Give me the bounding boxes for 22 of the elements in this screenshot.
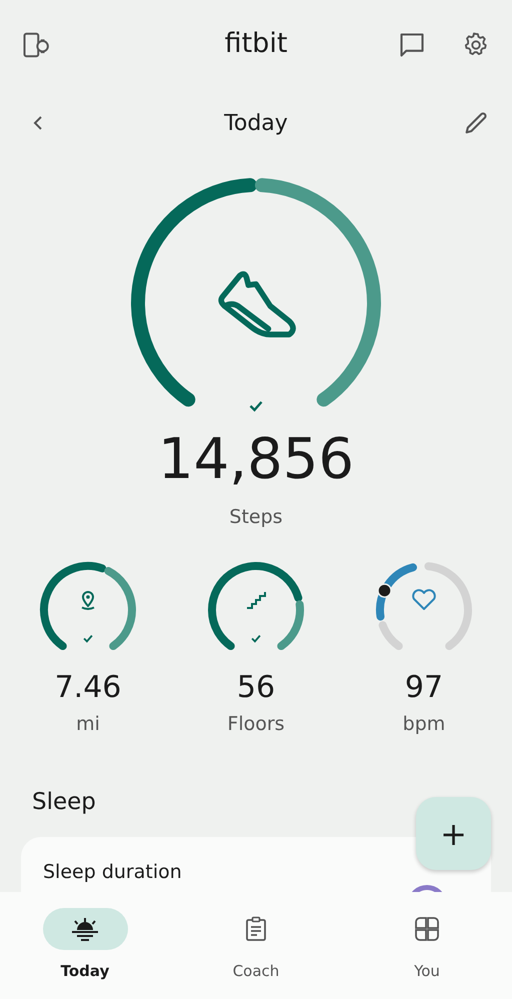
app-title: fitbit [224, 28, 288, 59]
add-button[interactable]: + [416, 797, 491, 870]
steps-value: 14,856 [158, 428, 354, 492]
date-title: Today [224, 110, 288, 136]
chat-icon[interactable] [398, 31, 426, 59]
sunrise-icon [70, 917, 100, 941]
grid-icon [414, 916, 440, 942]
stat-label: bpm [402, 713, 446, 735]
heart-icon [410, 588, 438, 612]
stat-value: 56 [236, 670, 276, 705]
stat-value: 97 [404, 670, 444, 705]
nav-tab[interactable]: Coach [171, 908, 341, 999]
steps-label: Steps [229, 506, 283, 528]
clipboard-icon [244, 916, 268, 942]
stat-label: mi [76, 713, 100, 735]
stat-label: Floors [227, 713, 285, 735]
nav-tab[interactable]: Today [0, 908, 170, 999]
phone-watch-icon[interactable] [22, 30, 52, 60]
stat-value: 7.46 [54, 670, 122, 705]
nav-tab[interactable]: You [342, 908, 512, 999]
card-title: Sleep duration [43, 861, 182, 883]
section-heading: Sleep [31, 789, 97, 815]
